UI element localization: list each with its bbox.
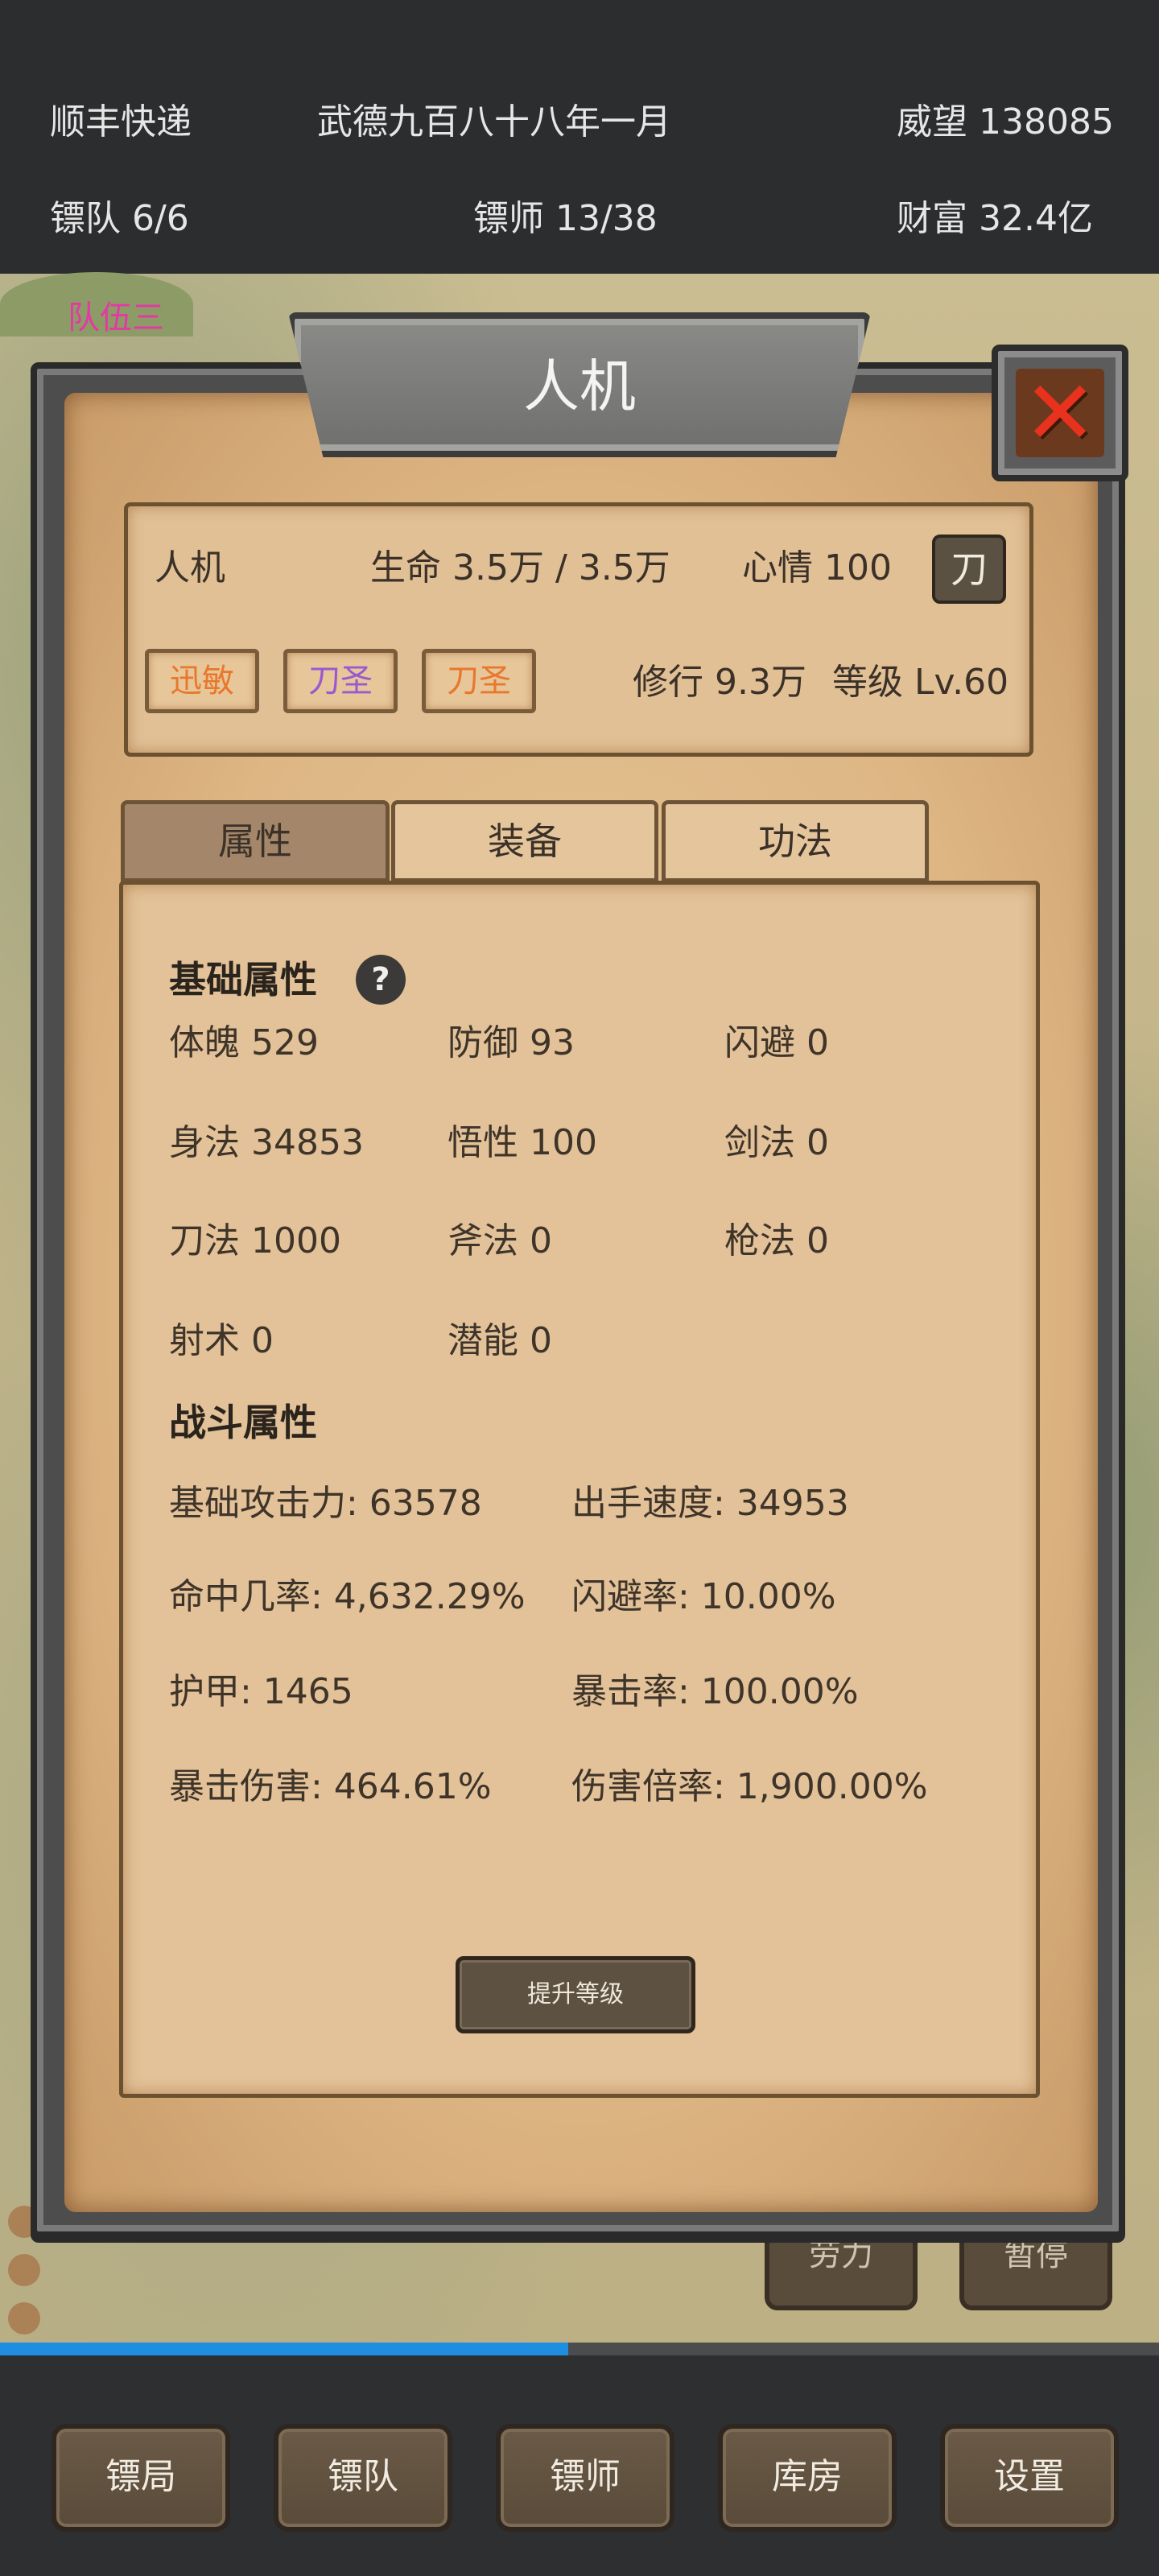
stat-damage-multiplier: 伤害倍率: 1,900.00% [571,1766,928,1807]
team-count: 镖队 6/6 [50,198,189,239]
stat-crit-damage: 暴击伤害: 464.61% [169,1766,492,1807]
stat-attack-speed: 出手速度: 34953 [571,1483,849,1524]
tab-equipment[interactable]: 装备 [391,800,658,882]
nav-escort-agency[interactable]: 镖局 [52,2424,230,2532]
nav-escort-master[interactable]: 镖师 [496,2424,674,2532]
stat-base-attack: 基础攻击力: 63578 [169,1483,482,1524]
stat-archery: 射术 0 [169,1320,274,1361]
weapon-badge[interactable]: 刀 [932,535,1006,604]
dialog-title: 人机 [523,353,636,419]
level-value: 等级 Lv.60 [832,662,1009,703]
practice-value: 修行 9.3万 [633,662,806,703]
map-marker [8,2254,40,2286]
stat-axe: 斧法 0 [448,1220,552,1261]
stat-agility: 身法 34853 [169,1122,364,1163]
wealth-value: 财富 32.4亿 [897,198,1093,239]
stat-spear: 枪法 0 [724,1220,829,1261]
character-info-card [124,502,1033,757]
stat-physique: 体魄 529 [169,1022,319,1063]
stat-dodge: 闪避 0 [724,1022,829,1063]
stat-dodge-rate: 闪避率: 10.00% [571,1576,836,1617]
trait-tag[interactable]: 刀圣 [283,649,398,713]
trait-tag[interactable]: 刀圣 [422,649,536,713]
level-up-button[interactable]: 提升等级 [456,1956,695,2033]
hp-value: 生命 3.5万 / 3.5万 [370,547,670,588]
close-x-icon: ✕ [1016,369,1104,457]
stat-blade: 刀法 1000 [169,1220,341,1261]
troop-label[interactable]: 队伍三 [68,298,164,338]
nav-warehouse[interactable]: 库房 [718,2424,897,2532]
question-icon[interactable]: ? [356,955,406,1005]
stat-crit-rate: 暴击率: 100.00% [571,1671,859,1712]
tab-attributes[interactable]: 属性 [121,800,390,882]
close-button[interactable]: ✕ [992,345,1128,481]
tab-skills[interactable]: 功法 [662,800,929,882]
prestige-value: 威望 138085 [897,101,1114,142]
character-name: 人机 [155,547,225,588]
stat-defense: 防御 93 [448,1022,575,1063]
progress-fill [0,2343,568,2355]
nav-settings[interactable]: 设置 [940,2424,1119,2532]
trait-tag[interactable]: 迅敏 [145,649,259,713]
stat-armor: 护甲: 1465 [169,1671,353,1712]
status-bar: 顺丰快递 武德九百八十八年一月 威望 138085 镖队 6/6 镖师 13/3… [0,0,1159,274]
progress-bar [0,2343,1159,2355]
mood-value: 心情 100 [742,547,892,588]
stat-hit-rate: 命中几率: 4,632.29% [169,1576,526,1617]
basic-attributes-title: 基础属性 [169,958,317,1001]
stat-comprehension: 悟性 100 [448,1122,597,1163]
stat-sword: 剑法 0 [724,1122,829,1163]
bottom-navigation: 镖局 镖队 镖师 库房 设置 [0,2355,1159,2576]
stat-potential: 潜能 0 [448,1320,552,1361]
company-name: 顺丰快递 [50,101,192,142]
game-date: 武德九百八十八年一月 [317,101,671,142]
escort-count: 镖师 13/38 [473,198,658,239]
combat-attributes-title: 战斗属性 [169,1401,317,1444]
map-marker [8,2302,40,2334]
nav-escort-team[interactable]: 镖队 [274,2424,452,2532]
